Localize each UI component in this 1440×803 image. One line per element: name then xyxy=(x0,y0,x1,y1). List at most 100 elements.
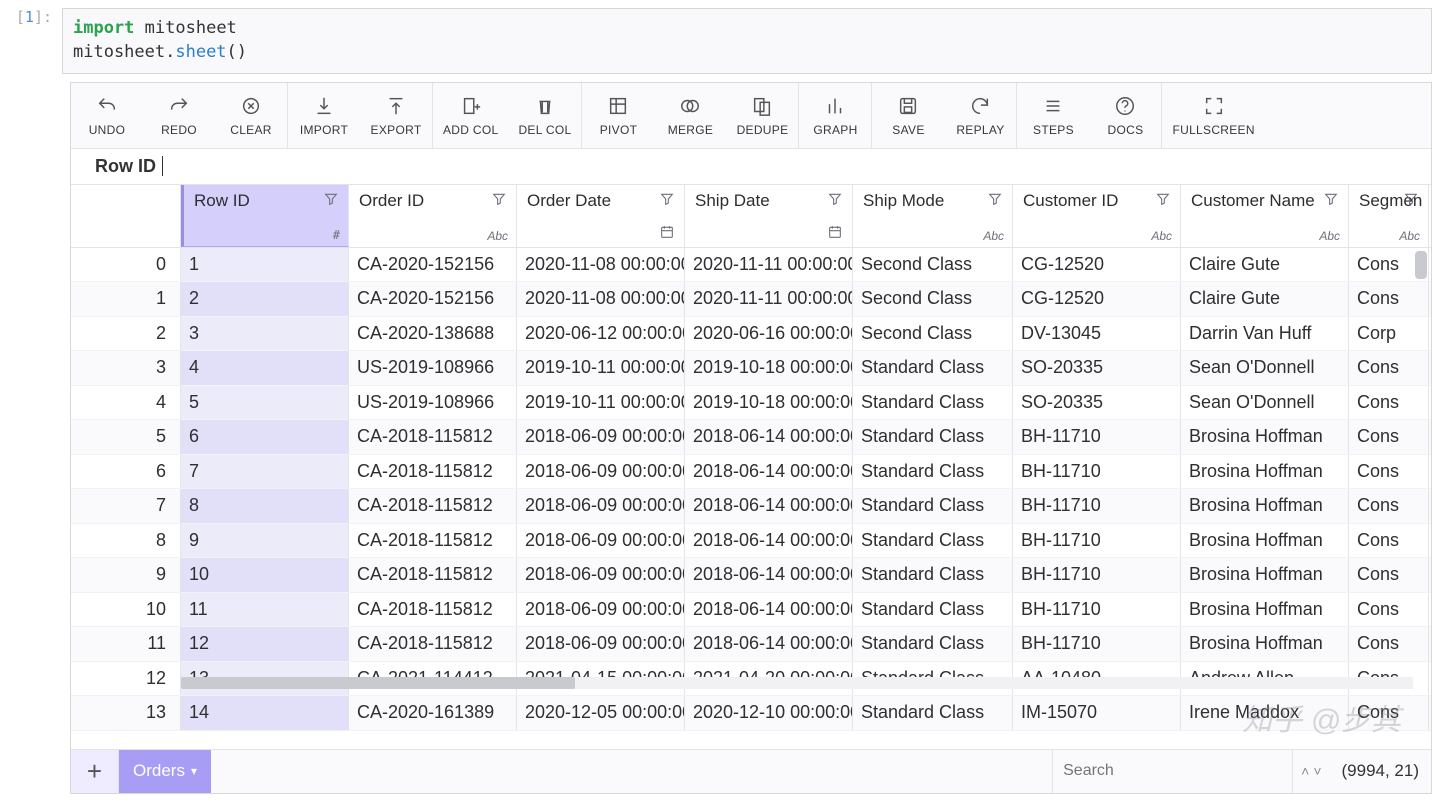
formula-bar[interactable]: Row ID xyxy=(71,149,1431,185)
cell-rowid[interactable]: 14 xyxy=(181,696,349,730)
steps-button[interactable]: STEPS xyxy=(1017,83,1089,148)
row-index[interactable]: 9 xyxy=(71,558,181,592)
cell-customername[interactable]: Brosina Hoffman xyxy=(1181,489,1349,523)
code-cell[interactable]: import mitosheet mitosheet.sheet() xyxy=(62,8,1432,74)
cell-orderid[interactable]: CA-2018-115812 xyxy=(349,524,517,558)
col-header-rowid[interactable]: Row ID # xyxy=(181,185,349,247)
cell-customerid[interactable]: BH-11710 xyxy=(1013,420,1181,454)
cell-shipmode[interactable]: Standard Class xyxy=(853,524,1013,558)
cell-orderid[interactable]: CA-2018-115812 xyxy=(349,489,517,523)
cell-rowid[interactable]: 6 xyxy=(181,420,349,454)
cell-rowid[interactable]: 9 xyxy=(181,524,349,558)
docs-button[interactable]: DOCS xyxy=(1089,83,1161,148)
cell-rowid[interactable]: 10 xyxy=(181,558,349,592)
cell-shipdate[interactable]: 2020-06-16 00:00:00 xyxy=(685,317,853,351)
cell-rowid[interactable]: 7 xyxy=(181,455,349,489)
cell-customerid[interactable]: CG-12520 xyxy=(1013,282,1181,316)
cell-rowid[interactable]: 5 xyxy=(181,386,349,420)
cell-orderid[interactable]: US-2019-108966 xyxy=(349,351,517,385)
cell-orderdate[interactable]: 2020-06-12 00:00:00 xyxy=(517,317,685,351)
cell-customername[interactable]: Brosina Hoffman xyxy=(1181,627,1349,661)
merge-button[interactable]: MERGE xyxy=(654,83,726,148)
delcol-button[interactable]: DEL COL xyxy=(508,83,581,148)
cell-orderdate[interactable]: 2018-06-09 00:00:00 xyxy=(517,489,685,523)
cell-orderid[interactable]: CA-2020-138688 xyxy=(349,317,517,351)
cell-shipmode[interactable]: Standard Class xyxy=(853,558,1013,592)
cell-shipmode[interactable]: Standard Class xyxy=(853,351,1013,385)
undo-button[interactable]: UNDO xyxy=(71,83,143,148)
cell-customerid[interactable]: IM-15070 xyxy=(1013,696,1181,730)
row-index[interactable]: 12 xyxy=(71,662,181,696)
cell-shipmode[interactable]: Standard Class xyxy=(853,627,1013,661)
cell-rowid[interactable]: 3 xyxy=(181,317,349,351)
cell-shipmode[interactable]: Second Class xyxy=(853,282,1013,316)
filter-icon[interactable] xyxy=(658,191,676,210)
cell-rowid[interactable]: 11 xyxy=(181,593,349,627)
row-index[interactable]: 6 xyxy=(71,455,181,489)
cell-shipdate[interactable]: 2018-06-14 00:00:00 xyxy=(685,593,853,627)
cell-rowid[interactable]: 8 xyxy=(181,489,349,523)
cell-shipmode[interactable]: Second Class xyxy=(853,248,1013,282)
row-index[interactable]: 0 xyxy=(71,248,181,282)
filter-icon[interactable] xyxy=(1402,191,1420,210)
cell-customername[interactable]: Claire Gute xyxy=(1181,248,1349,282)
cell-rowid[interactable]: 4 xyxy=(181,351,349,385)
cell-shipmode[interactable]: Standard Class xyxy=(853,489,1013,523)
replay-button[interactable]: REPLAY xyxy=(944,83,1016,148)
cell-customerid[interactable]: BH-11710 xyxy=(1013,524,1181,558)
row-index[interactable]: 13 xyxy=(71,696,181,730)
cell-shipdate[interactable]: 2018-06-14 00:00:00 xyxy=(685,455,853,489)
col-header-shipmode[interactable]: Ship Mode Abc xyxy=(853,185,1013,247)
h-scrollbar[interactable] xyxy=(181,677,1413,689)
cell-customerid[interactable]: BH-11710 xyxy=(1013,627,1181,661)
cell-customerid[interactable]: BH-11710 xyxy=(1013,558,1181,592)
export-button[interactable]: EXPORT xyxy=(360,83,432,148)
filter-icon[interactable] xyxy=(986,191,1004,210)
search-input[interactable] xyxy=(1053,750,1292,793)
cell-shipdate[interactable]: 2018-06-14 00:00:00 xyxy=(685,627,853,661)
cell-shipmode[interactable]: Standard Class xyxy=(853,455,1013,489)
col-header-orderid[interactable]: Order ID Abc xyxy=(349,185,517,247)
cell-shipdate[interactable]: 2020-12-10 00:00:00 xyxy=(685,696,853,730)
graph-button[interactable]: GRAPH xyxy=(799,83,871,148)
cell-orderdate[interactable]: 2018-06-09 00:00:00 xyxy=(517,593,685,627)
cell-customerid[interactable]: DV-13045 xyxy=(1013,317,1181,351)
cell-shipmode[interactable]: Standard Class xyxy=(853,420,1013,454)
col-header-orderdate[interactable]: Order Date xyxy=(517,185,685,247)
cell-rowid[interactable]: 1 xyxy=(181,248,349,282)
cell-customername[interactable]: Brosina Hoffman xyxy=(1181,558,1349,592)
cell-shipdate[interactable]: 2019-10-18 00:00:00 xyxy=(685,351,853,385)
filter-icon[interactable] xyxy=(490,191,508,210)
cell-orderid[interactable]: CA-2018-115812 xyxy=(349,593,517,627)
cell-shipmode[interactable]: Standard Class xyxy=(853,593,1013,627)
cell-customername[interactable]: Claire Gute xyxy=(1181,282,1349,316)
cell-customerid[interactable]: BH-11710 xyxy=(1013,455,1181,489)
cell-customername[interactable]: Brosina Hoffman xyxy=(1181,420,1349,454)
row-index[interactable]: 10 xyxy=(71,593,181,627)
cell-shipdate[interactable]: 2019-10-18 00:00:00 xyxy=(685,386,853,420)
cell-orderid[interactable]: CA-2018-115812 xyxy=(349,627,517,661)
cell-customerid[interactable]: SO-20335 xyxy=(1013,351,1181,385)
cell-rowid[interactable]: 12 xyxy=(181,627,349,661)
col-header-customername[interactable]: Customer Name Abc xyxy=(1181,185,1349,247)
row-index[interactable]: 3 xyxy=(71,351,181,385)
cell-orderid[interactable]: CA-2020-152156 xyxy=(349,248,517,282)
cell-orderdate[interactable]: 2020-12-05 00:00:00 xyxy=(517,696,685,730)
cell-orderid[interactable]: CA-2020-161389 xyxy=(349,696,517,730)
cell-customerid[interactable]: BH-11710 xyxy=(1013,489,1181,523)
row-index[interactable]: 5 xyxy=(71,420,181,454)
cell-customername[interactable]: Sean O'Donnell xyxy=(1181,386,1349,420)
pivot-button[interactable]: PIVOT xyxy=(582,83,654,148)
row-index[interactable]: 4 xyxy=(71,386,181,420)
redo-button[interactable]: REDO xyxy=(143,83,215,148)
cell-customername[interactable]: Irene Maddox xyxy=(1181,696,1349,730)
cell-customerid[interactable]: BH-11710 xyxy=(1013,593,1181,627)
row-index[interactable]: 8 xyxy=(71,524,181,558)
row-index[interactable]: 7 xyxy=(71,489,181,523)
cell-customername[interactable]: Brosina Hoffman xyxy=(1181,524,1349,558)
cell-customername[interactable]: Sean O'Donnell xyxy=(1181,351,1349,385)
cell-customername[interactable]: Brosina Hoffman xyxy=(1181,593,1349,627)
cell-orderdate[interactable]: 2018-06-09 00:00:00 xyxy=(517,455,685,489)
search-next-icon[interactable]: ˅ xyxy=(1313,763,1321,779)
clear-button[interactable]: CLEAR xyxy=(215,83,287,148)
